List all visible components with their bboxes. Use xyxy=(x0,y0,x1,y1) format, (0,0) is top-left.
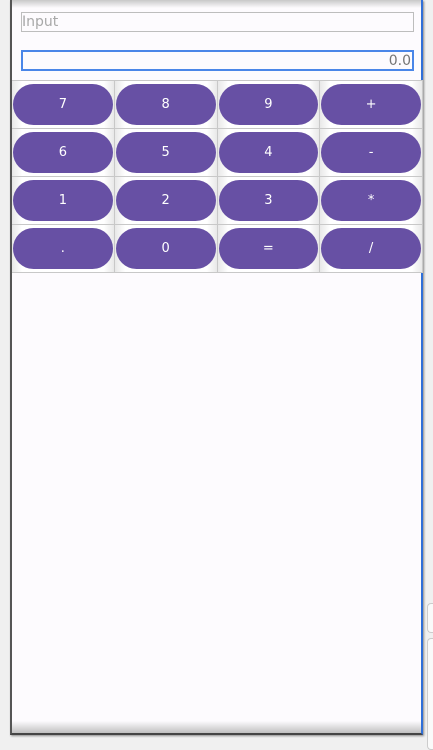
keypad-cell: 3 xyxy=(217,177,321,225)
keypad-cell: / xyxy=(320,225,423,273)
side-panel-tab[interactable] xyxy=(427,603,433,633)
keypad-cell: = xyxy=(217,225,321,273)
key-divide-button[interactable]: / xyxy=(321,228,421,269)
keypad-cell: 8 xyxy=(114,81,218,129)
keypad-cell: 7 xyxy=(12,81,115,129)
key-minus-button[interactable]: - xyxy=(321,132,421,173)
key-6-button[interactable]: 6 xyxy=(13,132,113,173)
keypad-cell: 0 xyxy=(114,225,218,273)
key-2-button[interactable]: 2 xyxy=(115,180,216,221)
keypad-cell: 4 xyxy=(217,129,321,177)
key-plus-button[interactable]: + xyxy=(321,84,421,125)
key-5-button[interactable]: 5 xyxy=(115,132,216,173)
keypad-cell: * xyxy=(320,177,423,225)
key-1-button[interactable]: 1 xyxy=(13,180,113,221)
key-8-button[interactable]: 8 xyxy=(115,84,216,125)
side-panel xyxy=(427,638,433,750)
calculator-window: 789+654- 123*.0=/ xyxy=(10,0,423,735)
keypad-grid: 7 8 9 +6 5 4- 1 2 3 *. 0 = / xyxy=(12,80,423,273)
keypad-cell: - xyxy=(320,129,423,177)
key-0-button[interactable]: 0 xyxy=(115,228,216,269)
key-equals-button[interactable]: = xyxy=(218,228,319,269)
key-4-button[interactable]: 4 xyxy=(218,132,319,173)
keypad-cell: 9 xyxy=(217,81,321,129)
key-7-button[interactable]: 7 xyxy=(13,84,113,125)
key-decimal-button[interactable]: . xyxy=(13,228,113,269)
key-3-button[interactable]: 3 xyxy=(218,180,319,221)
keypad-cell: + xyxy=(320,81,423,129)
keypad-cell: 6 xyxy=(12,129,115,177)
result-field[interactable] xyxy=(21,50,414,71)
keypad-cell: 1 xyxy=(12,177,115,225)
keypad-cell: 5 xyxy=(114,129,218,177)
input-field[interactable] xyxy=(21,12,414,32)
key-9-button[interactable]: 9 xyxy=(218,84,319,125)
keypad-cell: 2 xyxy=(114,177,218,225)
keypad-cell: . xyxy=(12,225,115,273)
key-multiply-button[interactable]: * xyxy=(321,180,421,221)
